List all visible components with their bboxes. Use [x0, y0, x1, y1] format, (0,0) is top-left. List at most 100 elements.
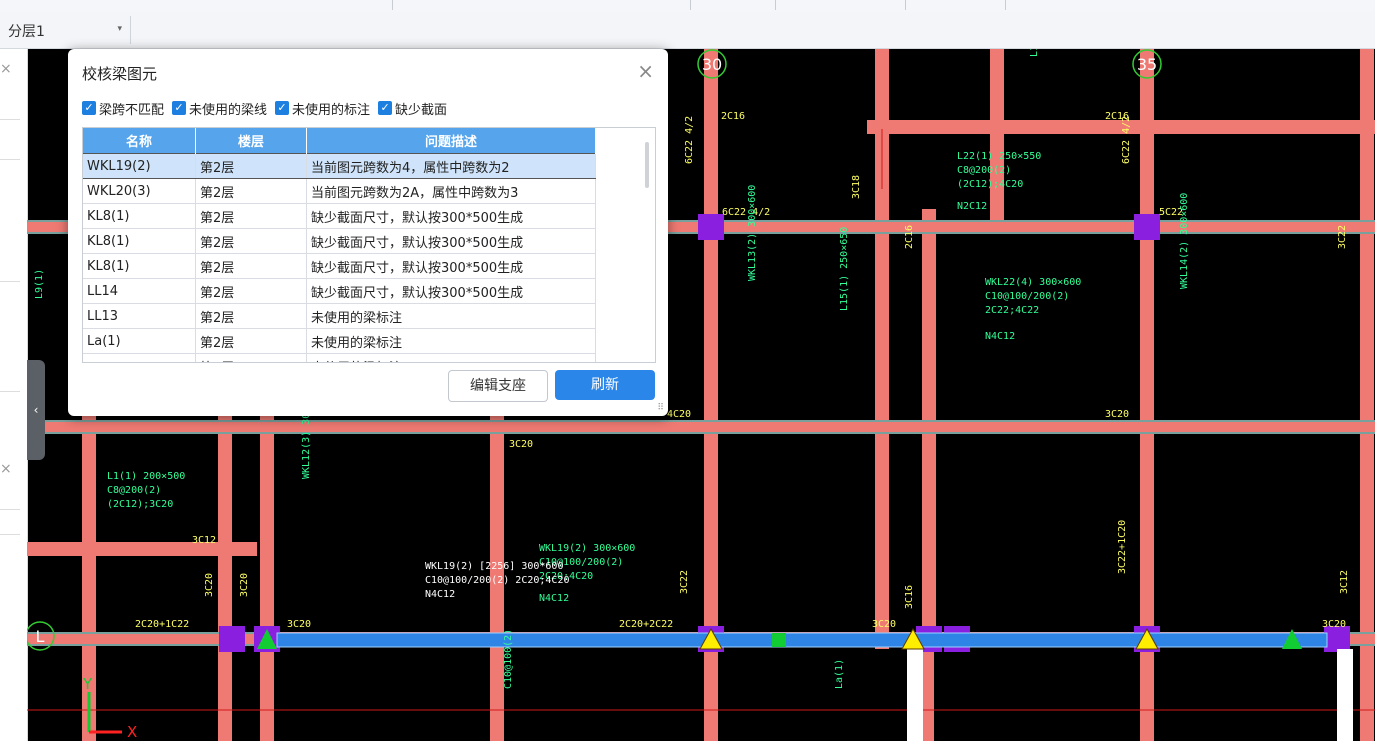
- column-header-description[interactable]: 问题描述: [306, 128, 596, 154]
- issue-table: 名称 楼层 问题描述 WKL19(2) 第2层 当前图元跨数为4，属性中跨数为2 WK…: [82, 127, 656, 363]
- filter-label: 缺少截面: [395, 102, 448, 118]
- beam-annotation-vertical: 2C16: [904, 225, 915, 249]
- check-beam-dialog: 校核梁图元 × ✓ 梁跨不匹配 ✓ 未使用的梁线 ✓ 未使用的标注 ✓ 缺少截面 名称 …: [68, 49, 668, 416]
- column-stub: [1337, 649, 1353, 741]
- beam-annotation: N4C12: [425, 589, 455, 600]
- cell-floor: 第2层: [195, 228, 307, 254]
- beam-annotation: 3C20: [509, 439, 533, 450]
- checkbox-checked-icon: ✓: [378, 101, 393, 115]
- panel-divider: [0, 281, 20, 282]
- beam-annotation-vertical: 3C22+1C20: [1117, 520, 1128, 574]
- cell-name: WKL19(2): [83, 153, 196, 179]
- axis-label: 35: [1137, 55, 1157, 74]
- beam-annotation-vertical: C10@100(2): [503, 629, 514, 689]
- edit-support-button[interactable]: 编辑支座: [448, 370, 548, 402]
- panel-divider: [0, 119, 20, 120]
- cell-floor: 第2层: [195, 153, 307, 179]
- resize-grip-icon[interactable]: ⠿: [657, 403, 664, 413]
- beam-annotation-vertical: 6C22 4/2: [684, 116, 695, 164]
- filter-label: 梁跨不匹配: [99, 102, 165, 118]
- beam-annotation: 2C16: [721, 111, 745, 122]
- axis-label: L: [36, 627, 45, 646]
- beam: [1140, 649, 1154, 741]
- column: [698, 214, 724, 240]
- toolbar: 分层1 ▾: [0, 12, 1375, 49]
- cell-floor: 第2层: [195, 253, 307, 279]
- filter-unused-annotation[interactable]: ✓ 未使用的标注: [275, 99, 370, 118]
- refresh-button[interactable]: 刷新: [555, 370, 655, 400]
- cell-name: La(1): [83, 328, 196, 354]
- checkbox-checked-icon: ✓: [275, 101, 290, 115]
- table-row[interactable]: KL8(1) 第2层 缺少截面尺寸，默认按300*500生成: [83, 253, 596, 279]
- table-body: WKL19(2) 第2层 当前图元跨数为4，属性中跨数为2 WKL20(3) 第2层 当前…: [83, 153, 596, 362]
- beam-annotation-vertical: 3C22: [1337, 225, 1348, 249]
- cell-floor: 第2层: [195, 328, 307, 354]
- beam-annotation-vertical: 3C12: [1339, 570, 1350, 594]
- x-axis-label: X: [127, 723, 137, 741]
- beam-annotation-vertical: 3C20: [204, 573, 215, 597]
- table-row[interactable]: LL14 第2层 缺少截面尺寸，默认按300*500生成: [83, 278, 596, 304]
- cell-name: LL13: [83, 303, 196, 329]
- cell-description: 未使用的梁标注: [306, 328, 596, 354]
- cell-floor: 第2层: [195, 178, 307, 204]
- beam-annotation-vertical: 6C22 4/2: [1121, 116, 1132, 164]
- filter-missing-section[interactable]: ✓ 缺少截面: [378, 99, 447, 118]
- table-row[interactable]: LL13 第2层 未使用的梁标注: [83, 303, 596, 329]
- panel-divider: [0, 159, 20, 160]
- layer-dropdown-value: 分层1: [8, 24, 45, 40]
- column: [1134, 214, 1160, 240]
- layer-dropdown[interactable]: 分层1 ▾: [2, 18, 128, 42]
- beam-annotation: C8@200(2): [957, 165, 1011, 176]
- checkbox-checked-icon: ✓: [82, 101, 96, 115]
- table-row[interactable]: KL8(1) 第2层 缺少截面尺寸，默认按300*500生成: [83, 228, 596, 254]
- table-row[interactable]: WKL20(3) 第2层 当前图元跨数为2A，属性中跨数为3: [83, 178, 596, 204]
- beam-annotation: WKL19(2) [2256] 300*600: [425, 561, 563, 572]
- beam-annotation-vertical: L10(1): [1029, 49, 1040, 57]
- beam-annotation-vertical: L9(1): [34, 269, 45, 299]
- cell-name: KL8(1): [83, 228, 196, 254]
- beam-annotation: L22(1) 250×550: [957, 151, 1041, 162]
- column-header-floor[interactable]: 楼层: [195, 128, 307, 154]
- beam-annotation: C10@100/200(2): [985, 291, 1069, 302]
- panel-divider: [0, 534, 20, 535]
- beam-annotation: 3C20: [1322, 619, 1346, 630]
- dialog-title: 校核梁图元: [82, 65, 158, 83]
- close-icon[interactable]: ×: [0, 461, 12, 477]
- beam-annotation: C10@100/200(2) 2C20;4C20: [425, 575, 570, 586]
- beam-annotation-vertical: L15(1) 250×650: [839, 227, 850, 311]
- table-row[interactable]: 第2层未使用的梁标注: [83, 353, 596, 362]
- beam-annotation: N2C12: [957, 201, 987, 212]
- close-icon[interactable]: ×: [0, 61, 12, 77]
- table-row[interactable]: KL8(1) 第2层 缺少截面尺寸，默认按300*500生成: [83, 203, 596, 229]
- selected-beam[interactable]: [276, 632, 1328, 648]
- beam-annotation-vertical: 3C20: [239, 573, 250, 597]
- beam-annotation: (2C12);4C20: [957, 179, 1023, 190]
- filter-label: 未使用的标注: [292, 102, 371, 118]
- beam-annotation-vertical: 3C18: [851, 175, 862, 199]
- column: [219, 626, 245, 652]
- column-header-name[interactable]: 名称: [83, 128, 196, 154]
- beam: [218, 409, 232, 741]
- toolbar-divider: [130, 16, 131, 44]
- beam-annotation: 2C22;4C22: [985, 305, 1039, 316]
- cell-name: [83, 353, 196, 362]
- cell-description: 未使用的梁标注: [306, 303, 596, 329]
- beam: [922, 209, 936, 649]
- beam-annotation: 3C12: [192, 535, 216, 546]
- filter-span-mismatch[interactable]: ✓ 梁跨不匹配: [82, 99, 164, 118]
- table-row[interactable]: WKL19(2) 第2层 当前图元跨数为4，属性中跨数为2: [83, 153, 596, 179]
- collapse-panel-button[interactable]: ‹: [27, 360, 45, 460]
- beam: [260, 409, 274, 741]
- panel-divider: [0, 509, 20, 510]
- cell-name: KL8(1): [83, 203, 196, 229]
- table-row[interactable]: La(1) 第2层 未使用的梁标注: [83, 328, 596, 354]
- filter-unused-beam-line[interactable]: ✓ 未使用的梁线: [172, 99, 267, 118]
- cell-floor: 第2层: [195, 353, 307, 362]
- beam-annotation: L1(1) 200×500: [107, 471, 185, 482]
- selected-beam-body: [276, 632, 1328, 648]
- cell-name: LL14: [83, 278, 196, 304]
- beam-annotation: WKL19(2) 300×600: [539, 543, 635, 554]
- table-scrollbar[interactable]: [645, 142, 649, 188]
- filter-checkboxes: ✓ 梁跨不匹配 ✓ 未使用的梁线 ✓ 未使用的标注 ✓ 缺少截面: [82, 97, 455, 119]
- close-icon[interactable]: ×: [637, 59, 654, 83]
